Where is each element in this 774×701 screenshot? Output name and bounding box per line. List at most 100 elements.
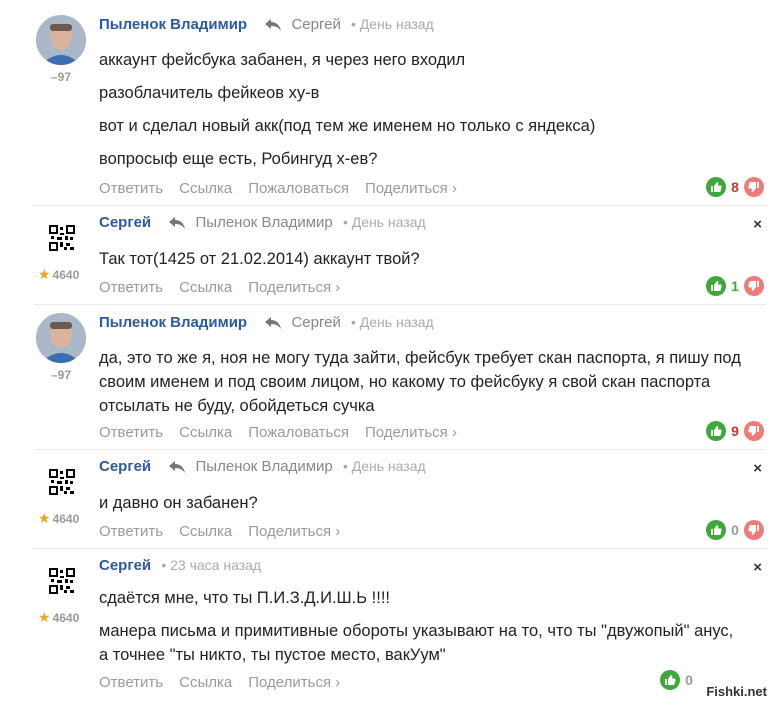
star-icon: ★ — [38, 510, 51, 526]
link-button[interactable]: Ссылка — [179, 523, 232, 540]
comment-line: манера письма и примитивные обороты указ… — [99, 622, 734, 640]
comment-actions: Ответить Ссылка Поделиться › — [99, 674, 356, 691]
reply-button[interactable]: Ответить — [99, 674, 163, 691]
thumbs-up-icon[interactable] — [660, 670, 680, 690]
close-icon[interactable]: × — [753, 559, 762, 576]
timestamp[interactable]: • День назад — [351, 16, 434, 32]
thumbs-up-icon[interactable] — [706, 276, 726, 296]
reply-arrow-icon — [265, 317, 282, 329]
user-rating: –97 — [50, 368, 72, 382]
author-name[interactable]: Сергей — [99, 557, 151, 574]
comment-actions: Ответить Ссылка Поделиться › — [99, 523, 356, 540]
author-name[interactable]: Пыленок Владимир — [99, 314, 247, 331]
reply-arrow-icon — [169, 461, 186, 473]
share-button[interactable]: Поделиться › — [248, 674, 340, 691]
divider — [34, 449, 766, 450]
user-rating: –97 — [50, 70, 72, 84]
timestamp[interactable]: • День назад — [351, 314, 434, 330]
avatar[interactable] — [36, 15, 86, 65]
comment-line: вопросыф еще есть, Робингуд х-ев? — [99, 150, 378, 168]
divider — [34, 205, 766, 206]
thumbs-down-icon[interactable] — [744, 520, 764, 540]
comment-line: разоблачитель фейкеов ху-в — [99, 84, 320, 102]
vote-count: 0 — [685, 672, 693, 688]
comment-line: Так тот(1425 от 21.02.2014) аккаунт твой… — [99, 250, 420, 268]
reply-arrow-icon — [169, 217, 186, 229]
watermark: Fishki.net — [703, 684, 770, 699]
rating-value: 4640 — [52, 512, 80, 526]
timestamp[interactable]: • 23 часа назад — [161, 557, 261, 573]
comment-text: аккаунт фейсбука забанен, я через него в… — [99, 48, 767, 171]
vote-widget: 0 — [706, 520, 764, 540]
share-button[interactable]: Поделиться › — [365, 424, 457, 441]
user-rating: ★ 4640 — [38, 609, 100, 626]
reply-button[interactable]: Ответить — [99, 180, 163, 197]
vote-widget: 9 — [706, 421, 764, 441]
avatar[interactable] — [36, 313, 86, 363]
thumbs-up-icon[interactable] — [706, 421, 726, 441]
comment-line: своим именем и под своим лицом, но каком… — [99, 373, 711, 391]
comment-header: Сергей Пыленок Владимир • День назад — [99, 458, 426, 475]
report-button[interactable]: Пожаловаться — [248, 424, 349, 441]
comment-actions: Ответить Ссылка Поделиться › — [99, 279, 356, 296]
close-icon[interactable]: × — [753, 460, 762, 477]
comment-header: Сергей • 23 часа назад — [99, 557, 261, 574]
rating-value: 4640 — [52, 611, 80, 625]
qr-avatar-icon[interactable] — [49, 469, 75, 495]
star-icon: ★ — [38, 609, 51, 625]
report-button[interactable]: Пожаловаться — [248, 180, 349, 197]
reply-button[interactable]: Ответить — [99, 279, 163, 296]
vote-count: 9 — [731, 423, 739, 439]
author-name[interactable]: Сергей — [99, 214, 151, 231]
vote-widget: 1 — [706, 276, 764, 296]
comment-line: да, это то же я, ноя не могу туда зайти,… — [99, 349, 741, 367]
share-button[interactable]: Поделиться › — [248, 523, 340, 540]
reply-button[interactable]: Ответить — [99, 424, 163, 441]
close-icon[interactable]: × — [753, 216, 762, 233]
link-button[interactable]: Ссылка — [179, 424, 232, 441]
comment-text: сдаётся мне, что ты П.И.З.Д.И.Ш.Ь !!!! м… — [99, 586, 767, 667]
thumbs-down-icon[interactable] — [744, 276, 764, 296]
link-button[interactable]: Ссылка — [179, 674, 232, 691]
comment-line: вот и сделал новый акк(под тем же именем… — [99, 117, 596, 135]
thumbs-down-icon[interactable] — [744, 177, 764, 197]
reply-button[interactable]: Ответить — [99, 523, 163, 540]
user-rating: ★ 4640 — [38, 266, 100, 283]
user-rating: ★ 4640 — [38, 510, 100, 527]
comment-text: и давно он забанен? — [99, 491, 767, 515]
comment-actions: Ответить Ссылка Пожаловаться Поделиться › — [99, 424, 473, 441]
thumbs-up-icon[interactable] — [706, 177, 726, 197]
comment-text: да, это то же я, ноя не могу туда зайти,… — [99, 346, 767, 418]
vote-count: 1 — [731, 278, 739, 294]
comment-line: а точнее "ты никто, ты пустое место, вак… — [99, 646, 446, 664]
share-button[interactable]: Поделиться › — [248, 279, 340, 296]
vote-widget: 8 — [706, 177, 764, 197]
divider — [34, 548, 766, 549]
reply-to-name[interactable]: Сергей — [291, 314, 340, 331]
comment-header: Пыленок Владимир Сергей • День назад — [99, 314, 434, 331]
thumbs-up-icon[interactable] — [706, 520, 726, 540]
vote-count: 0 — [731, 522, 739, 538]
vote-widget: 0 — [660, 670, 694, 690]
comment-line: и давно он забанен? — [99, 494, 258, 512]
share-button[interactable]: Поделиться › — [365, 180, 457, 197]
qr-avatar-icon[interactable] — [49, 568, 75, 594]
comment-line: сдаётся мне, что ты П.И.З.Д.И.Ш.Ь !!!! — [99, 589, 390, 607]
vote-count: 8 — [731, 179, 739, 195]
reply-to-name[interactable]: Пыленок Владимир — [196, 214, 333, 231]
comment-actions: Ответить Ссылка Пожаловаться Поделиться › — [99, 180, 473, 197]
timestamp[interactable]: • День назад — [343, 214, 426, 230]
comment-line: отсылать не буду, обойдеться сучка — [99, 397, 375, 415]
link-button[interactable]: Ссылка — [179, 180, 232, 197]
reply-to-name[interactable]: Сергей — [291, 16, 340, 33]
author-name[interactable]: Сергей — [99, 458, 151, 475]
comment-text: Так тот(1425 от 21.02.2014) аккаунт твой… — [99, 247, 767, 271]
qr-avatar-icon[interactable] — [49, 225, 75, 251]
timestamp[interactable]: • День назад — [343, 458, 426, 474]
author-name[interactable]: Пыленок Владимир — [99, 16, 247, 33]
reply-to-name[interactable]: Пыленок Владимир — [196, 458, 333, 475]
thumbs-down-icon[interactable] — [744, 421, 764, 441]
star-icon: ★ — [38, 266, 51, 282]
comment-header: Пыленок Владимир Сергей • День назад — [99, 16, 434, 33]
link-button[interactable]: Ссылка — [179, 279, 232, 296]
